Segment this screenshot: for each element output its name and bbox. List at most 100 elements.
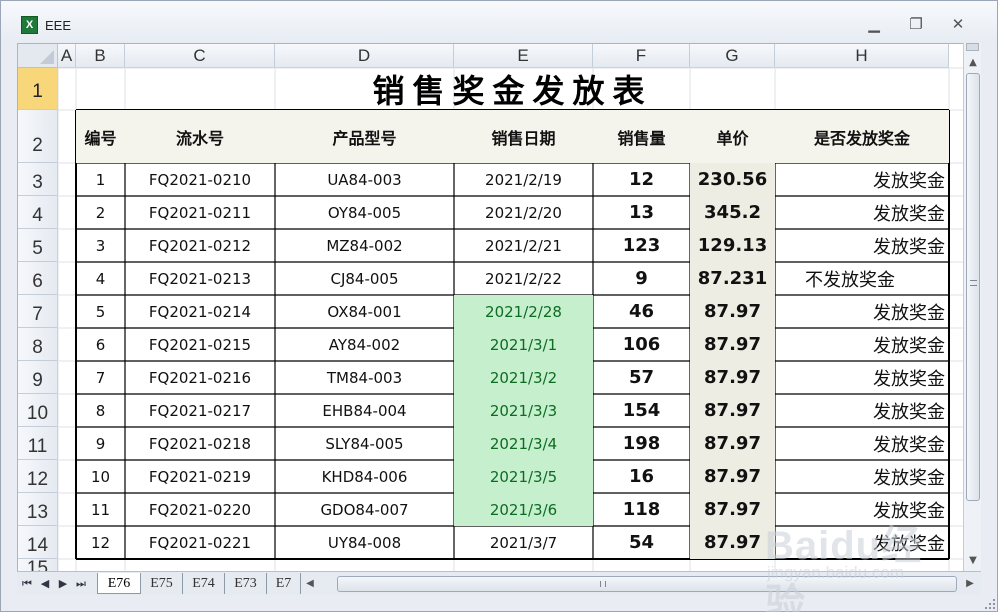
cell-model[interactable]: GDO84-007 bbox=[275, 493, 454, 526]
cell-no[interactable]: 8 bbox=[76, 394, 125, 427]
cell-bonus[interactable]: 发放奖金 bbox=[775, 163, 949, 196]
column-header-d[interactable]: D bbox=[275, 44, 454, 68]
prev-sheet-arrow-icon[interactable]: ◀ bbox=[39, 576, 51, 592]
cell-serial[interactable]: FQ2021-0216 bbox=[125, 361, 275, 394]
cell-no[interactable]: 5 bbox=[76, 295, 125, 328]
cell-date[interactable]: 2021/2/19 bbox=[454, 163, 593, 196]
cell-no[interactable]: 1 bbox=[76, 163, 125, 196]
resize-grip-icon[interactable] bbox=[981, 595, 997, 611]
select-all-corner[interactable] bbox=[18, 44, 58, 68]
row-header-4[interactable]: 4 bbox=[18, 196, 58, 229]
table-header-cell[interactable]: 销售日期 bbox=[454, 110, 593, 163]
cell-model[interactable]: UA84-003 bbox=[275, 163, 454, 196]
cell-no[interactable]: 6 bbox=[76, 328, 125, 361]
cell-no[interactable]: 2 bbox=[76, 196, 125, 229]
column-header-e[interactable]: E bbox=[454, 44, 593, 68]
cell-date[interactable]: 2021/3/1 bbox=[454, 328, 593, 361]
cell-price[interactable]: 87.97 bbox=[690, 361, 775, 394]
vertical-scroll-thumb[interactable] bbox=[966, 73, 980, 501]
row-header-9[interactable]: 9 bbox=[18, 361, 58, 394]
table-header-cell[interactable]: 单价 bbox=[690, 110, 775, 163]
cell-model[interactable]: CJ84-005 bbox=[275, 262, 454, 295]
cell-date[interactable]: 2021/3/6 bbox=[454, 493, 593, 526]
column-header-g[interactable]: G bbox=[690, 44, 775, 68]
spreadsheet-grid[interactable]: ABCDEFGH 1 2 3 4 5 6 7 8 9 10 11 12 13 14 15 销售奖金发放表 编… bbox=[17, 43, 963, 571]
cell-serial[interactable]: FQ2021-0220 bbox=[125, 493, 275, 526]
cell-bonus[interactable]: 发放奖金 bbox=[775, 427, 949, 460]
cell-price[interactable]: 129.13 bbox=[690, 229, 775, 262]
cell-price[interactable]: 87.97 bbox=[690, 394, 775, 427]
cell-qty[interactable]: 12 bbox=[593, 163, 690, 196]
row-header-6[interactable]: 6 bbox=[18, 262, 58, 295]
scroll-right-arrow-icon[interactable]: ▶ bbox=[963, 576, 977, 592]
cell-serial[interactable]: FQ2021-0218 bbox=[125, 427, 275, 460]
cell-bonus[interactable]: 发放奖金 bbox=[775, 295, 949, 328]
cell-model[interactable]: KHD84-006 bbox=[275, 460, 454, 493]
column-header-h[interactable]: H bbox=[775, 44, 949, 68]
cell-qty[interactable]: 9 bbox=[593, 262, 690, 295]
cell-serial[interactable]: FQ2021-0212 bbox=[125, 229, 275, 262]
cell-model[interactable]: EHB84-004 bbox=[275, 394, 454, 427]
cell-bonus[interactable]: 发放奖金 bbox=[775, 361, 949, 394]
column-header-c[interactable]: C bbox=[125, 44, 275, 68]
cell-date[interactable]: 2021/2/28 bbox=[454, 295, 593, 328]
last-sheet-arrow-icon[interactable]: ⏭ bbox=[75, 576, 87, 592]
table-header-cell[interactable]: 流水号 bbox=[125, 110, 275, 163]
cell-serial[interactable]: FQ2021-0219 bbox=[125, 460, 275, 493]
scroll-up-arrow-icon[interactable]: ▲ bbox=[965, 55, 981, 71]
cell-model[interactable]: UY84-008 bbox=[275, 526, 454, 559]
cell-no[interactable]: 10 bbox=[76, 460, 125, 493]
cell-date[interactable]: 2021/3/3 bbox=[454, 394, 593, 427]
cell-qty[interactable]: 118 bbox=[593, 493, 690, 526]
sheet-tab-e7[interactable]: E7 bbox=[267, 573, 301, 594]
cell-no[interactable]: 3 bbox=[76, 229, 125, 262]
cell-no[interactable]: 7 bbox=[76, 361, 125, 394]
cell-qty[interactable]: 154 bbox=[593, 394, 690, 427]
cell-date[interactable]: 2021/3/2 bbox=[454, 361, 593, 394]
row-header-11[interactable]: 11 bbox=[18, 427, 58, 460]
cell-no[interactable]: 12 bbox=[76, 526, 125, 559]
row-header-15[interactable]: 15 bbox=[18, 559, 58, 571]
cell-bonus[interactable]: 发放奖金 bbox=[775, 460, 949, 493]
cell-price[interactable]: 87.97 bbox=[690, 427, 775, 460]
cell-price[interactable]: 87.231 bbox=[690, 262, 775, 295]
cell-price[interactable]: 87.97 bbox=[690, 295, 775, 328]
cell-qty[interactable]: 46 bbox=[593, 295, 690, 328]
column-header-b[interactable]: B bbox=[76, 44, 125, 68]
cell-bonus[interactable]: 发放奖金 bbox=[775, 526, 949, 559]
cell-price[interactable]: 87.97 bbox=[690, 493, 775, 526]
row-header-5[interactable]: 5 bbox=[18, 229, 58, 262]
cell-date[interactable]: 2021/3/5 bbox=[454, 460, 593, 493]
cell-serial[interactable]: FQ2021-0211 bbox=[125, 196, 275, 229]
cell-bonus[interactable]: 发放奖金 bbox=[775, 493, 949, 526]
cell-qty[interactable]: 57 bbox=[593, 361, 690, 394]
cell-qty[interactable]: 106 bbox=[593, 328, 690, 361]
split-handle[interactable] bbox=[966, 43, 979, 51]
row-header-3[interactable]: 3 bbox=[18, 163, 58, 196]
cell-price[interactable]: 87.97 bbox=[690, 460, 775, 493]
column-header-f[interactable]: F bbox=[593, 44, 690, 68]
cell-date[interactable]: 2021/3/4 bbox=[454, 427, 593, 460]
cell-price[interactable]: 345.2 bbox=[690, 196, 775, 229]
cell-qty[interactable]: 54 bbox=[593, 526, 690, 559]
cell-price[interactable]: 87.97 bbox=[690, 526, 775, 559]
next-sheet-arrow-icon[interactable]: ▶ bbox=[57, 576, 69, 592]
cell-model[interactable]: TM84-003 bbox=[275, 361, 454, 394]
row-header-13[interactable]: 13 bbox=[18, 493, 58, 526]
cell-bonus[interactable]: 不发放奖金 bbox=[775, 262, 949, 295]
row-header-12[interactable]: 12 bbox=[18, 460, 58, 493]
column-header-a[interactable]: A bbox=[58, 44, 76, 68]
cell-date[interactable]: 2021/2/21 bbox=[454, 229, 593, 262]
sheet-tab-e74[interactable]: E74 bbox=[183, 573, 225, 594]
cell-serial[interactable]: FQ2021-0217 bbox=[125, 394, 275, 427]
table-header-cell[interactable]: 产品型号 bbox=[275, 110, 454, 163]
sheet-tab-e76[interactable]: E76 bbox=[97, 573, 141, 594]
table-header-cell[interactable]: 是否发放奖金 bbox=[775, 110, 949, 163]
sheet-tab-e75[interactable]: E75 bbox=[141, 573, 183, 594]
row-header-10[interactable]: 10 bbox=[18, 394, 58, 427]
cell-price[interactable]: 87.97 bbox=[690, 328, 775, 361]
cell-qty[interactable]: 198 bbox=[593, 427, 690, 460]
minimize-button[interactable]: ▁ bbox=[863, 14, 885, 34]
cell-serial[interactable]: FQ2021-0210 bbox=[125, 163, 275, 196]
cell-price[interactable]: 230.56 bbox=[690, 163, 775, 196]
